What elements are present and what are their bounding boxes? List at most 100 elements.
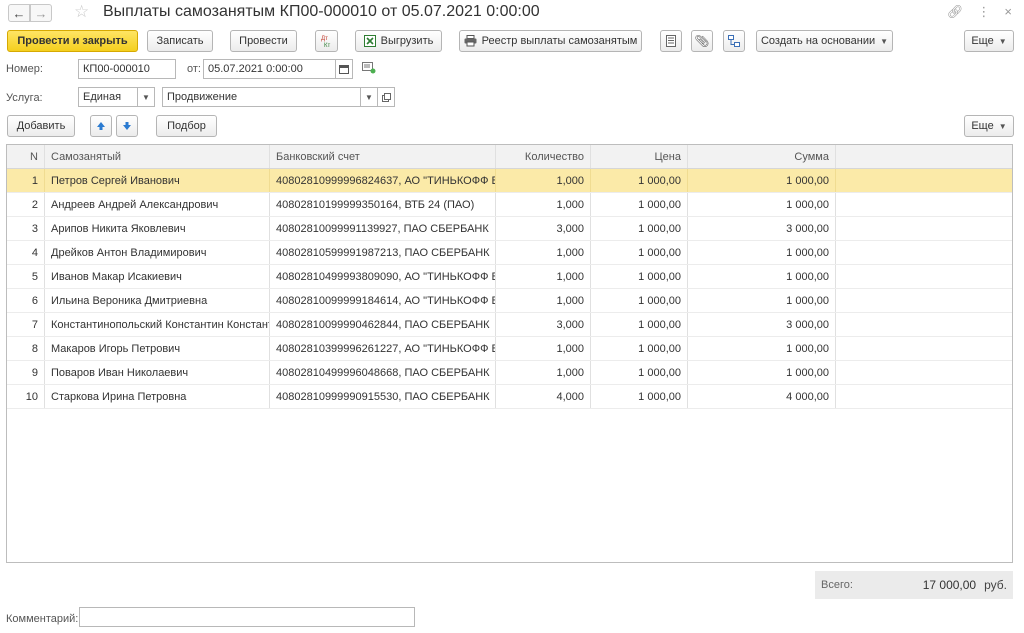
row-number: 10 <box>7 385 45 408</box>
dtkt-report-button[interactable]: Дт Кт <box>315 30 338 52</box>
totals-panel: Всего: 17 000,00 руб. <box>815 571 1013 599</box>
row-price: 1 000,00 <box>591 337 688 360</box>
close-icon[interactable]: × <box>1004 4 1012 20</box>
row-spacer <box>836 289 1012 312</box>
table-more-button[interactable]: Еще ▼ <box>964 115 1014 137</box>
comment-field[interactable] <box>79 607 415 627</box>
table-row[interactable]: 1 Петров Сергей Иванович 40802810999996824… <box>7 169 1012 193</box>
arrow-down-icon <box>123 122 131 130</box>
row-sum: 1 000,00 <box>688 169 836 192</box>
row-bank-account: 40802810999990915530, ПАО СБЕРБАНК <box>270 385 496 408</box>
service-type-select[interactable]: Единая <box>78 87 138 107</box>
calendar-button[interactable] <box>335 59 353 79</box>
row-bank-account: 40802810099991139927, ПАО СБЕРБАНК <box>270 217 496 240</box>
row-number: 3 <box>7 217 45 240</box>
row-bank-account: 40802810599991987213, ПАО СБЕРБАНК <box>270 241 496 264</box>
row-sum: 3 000,00 <box>688 217 836 240</box>
row-quantity: 1,000 <box>496 169 591 192</box>
post-and-close-button[interactable]: Провести и закрыть <box>7 30 138 52</box>
arrow-right-icon: → <box>34 5 48 21</box>
registry-button[interactable]: Реестр выплаты самозанятым <box>459 30 642 52</box>
column-header-bank-account[interactable]: Банковский счет <box>270 145 496 168</box>
table-row[interactable]: 8 Макаров Игорь Петрович 40802810399996261… <box>7 337 1012 361</box>
column-header-quantity[interactable]: Количество <box>496 145 591 168</box>
row-spacer <box>836 313 1012 336</box>
row-price: 1 000,00 <box>591 265 688 288</box>
table-row[interactable]: 2 Андреев Андрей Александрович 40802810199… <box>7 193 1012 217</box>
total-label: Всего: <box>821 579 853 591</box>
link-icon[interactable]: 🔗︎ <box>947 4 964 20</box>
row-quantity: 4,000 <box>496 385 591 408</box>
back-button[interactable]: ← <box>8 4 30 22</box>
row-number: 5 <box>7 265 45 288</box>
date-label: от: <box>187 63 201 75</box>
number-label: Номер: <box>6 63 43 75</box>
more-button[interactable]: Еще ▼ <box>964 30 1014 52</box>
chevron-down-icon: ▼ <box>142 92 150 102</box>
table-row[interactable]: 5 Иванов Макар Исакиевич 40802810499993809… <box>7 265 1012 289</box>
table-row[interactable]: 9 Поваров Иван Николаевич 4080281049999604… <box>7 361 1012 385</box>
number-field[interactable]: КП00-000010 <box>78 59 176 79</box>
arrow-left-icon: ← <box>12 5 26 21</box>
row-sum: 1 000,00 <box>688 289 836 312</box>
pick-button[interactable]: Подбор <box>156 115 217 137</box>
service-type-dropdown-button[interactable]: ▼ <box>137 87 155 107</box>
number-settings-icon[interactable] <box>362 62 376 77</box>
report-button[interactable] <box>660 30 682 52</box>
row-bank-account: 40802810199999350164, ВТБ 24 (ПАО) <box>270 193 496 216</box>
table-row[interactable]: 3 Арипов Никита Яковлевич 4080281009999113… <box>7 217 1012 241</box>
export-button[interactable]: Выгрузить <box>355 30 442 52</box>
row-self-employed: Петров Сергей Иванович <box>45 169 270 192</box>
row-number: 8 <box>7 337 45 360</box>
row-sum: 1 000,00 <box>688 361 836 384</box>
create-based-on-button[interactable]: Создать на основании ▼ <box>756 30 893 52</box>
service-open-button[interactable] <box>377 87 395 107</box>
row-bank-account: 40802810099999184614, АО "ТИНЬКОФФ БАНК" <box>270 289 496 312</box>
printer-icon <box>464 35 477 47</box>
calendar-icon <box>339 65 349 74</box>
row-number: 1 <box>7 169 45 192</box>
excel-icon <box>363 35 376 47</box>
move-up-button[interactable] <box>90 115 112 137</box>
row-number: 7 <box>7 313 45 336</box>
row-bank-account: 40802810399996261227, АО "ТИНЬКОФФ БАНК" <box>270 337 496 360</box>
row-self-employed: Андреев Андрей Александрович <box>45 193 270 216</box>
row-price: 1 000,00 <box>591 313 688 336</box>
more-vertical-icon[interactable]: ⋮ <box>977 4 990 20</box>
date-field[interactable]: 05.07.2021 0:00:00 <box>203 59 336 79</box>
chevron-down-icon: ▼ <box>998 36 1007 46</box>
column-header-price[interactable]: Цена <box>591 145 688 168</box>
document-list-icon <box>666 35 676 47</box>
post-button[interactable]: Провести <box>230 30 297 52</box>
favorite-star-icon[interactable]: ☆ <box>74 2 89 22</box>
row-self-employed: Макаров Игорь Петрович <box>45 337 270 360</box>
service-label: Услуга: <box>6 92 43 104</box>
attachments-button[interactable]: 📎︎ <box>691 30 713 52</box>
add-row-button[interactable]: Добавить <box>7 115 75 137</box>
row-quantity: 1,000 <box>496 265 591 288</box>
table-row[interactable]: 6 Ильина Вероника Дмитриевна 4080281009999… <box>7 289 1012 313</box>
table-row[interactable]: 10 Старкова Ирина Петровна 408028109999909… <box>7 385 1012 409</box>
table-body: 1 Петров Сергей Иванович 40802810999996824… <box>7 169 1012 409</box>
row-quantity: 1,000 <box>496 289 591 312</box>
total-value: 17 000,00 <box>922 578 977 592</box>
column-header-spacer <box>836 145 1012 168</box>
service-dropdown-button[interactable]: ▼ <box>360 87 378 107</box>
save-button[interactable]: Записать <box>147 30 213 52</box>
row-self-employed: Ильина Вероника Дмитриевна <box>45 289 270 312</box>
service-field[interactable]: Продвижение <box>162 87 361 107</box>
forward-button[interactable]: → <box>30 4 52 22</box>
page-title: Выплаты самозанятым КП00-000010 от 05.07… <box>103 3 540 20</box>
row-sum: 1 000,00 <box>688 241 836 264</box>
column-header-sum[interactable]: Сумма <box>688 145 836 168</box>
dtkt-icon: Дт Кт <box>321 36 330 48</box>
row-self-employed: Иванов Макар Исакиевич <box>45 265 270 288</box>
move-down-button[interactable] <box>116 115 138 137</box>
table-row[interactable]: 4 Дрейков Антон Владимирович 4080281059999… <box>7 241 1012 265</box>
structure-button[interactable] <box>723 30 745 52</box>
table-row[interactable]: 7Константинопольский Константин Констант… <box>7 313 1012 337</box>
column-header-self-employed[interactable]: Самозанятый <box>45 145 270 168</box>
column-header-n[interactable]: N <box>7 145 45 168</box>
payments-table[interactable]: N Самозанятый Банковский счет Количество… <box>6 144 1013 563</box>
row-price: 1 000,00 <box>591 385 688 408</box>
